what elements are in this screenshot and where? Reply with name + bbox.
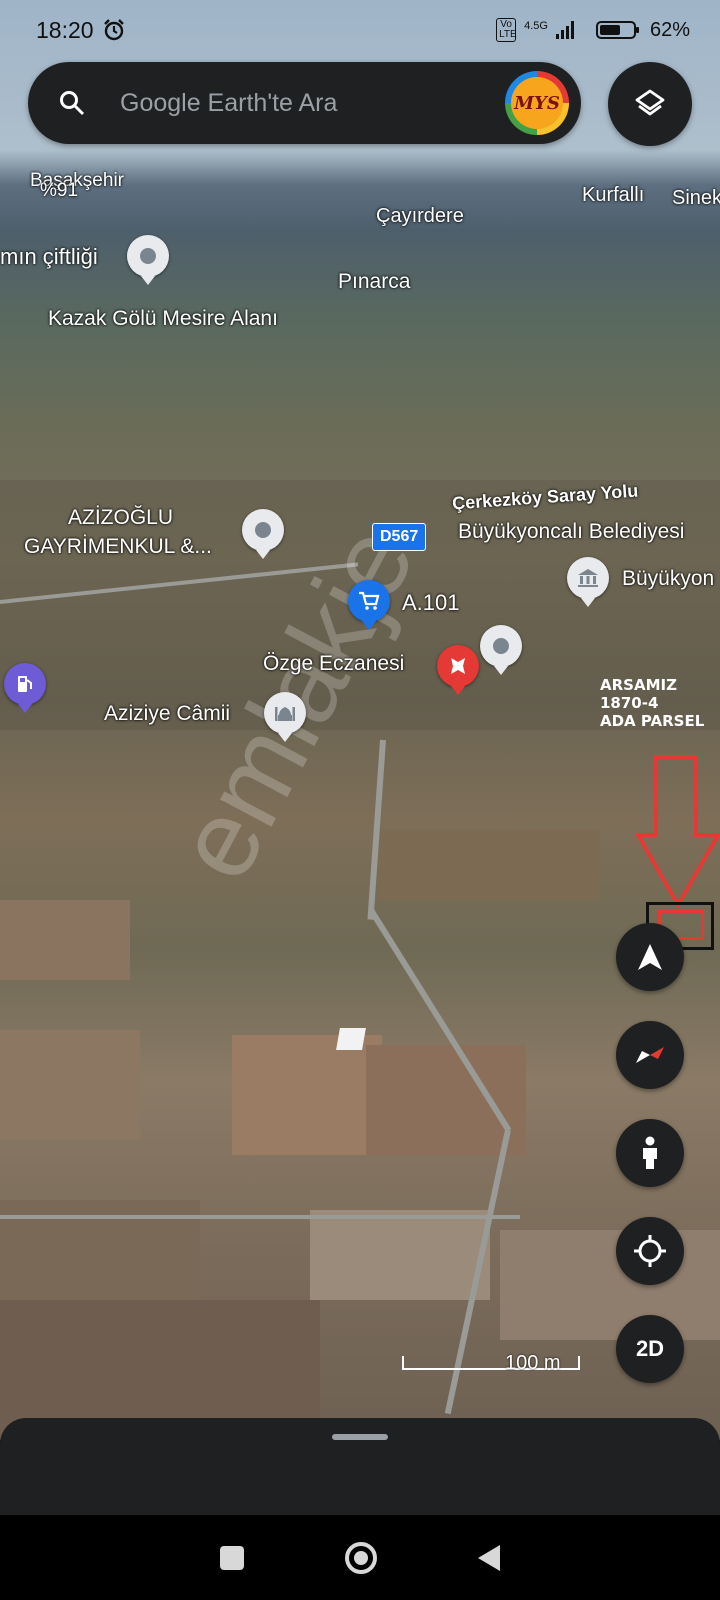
pharmacy-icon [451, 658, 465, 674]
satellite-map[interactable]: emlakje Başakşehir %91 Kurfallı Sinek Ça… [0, 0, 720, 1440]
navigation-arrow-icon [638, 944, 662, 970]
road [0, 1215, 520, 1219]
clock: 18:20 [36, 16, 94, 43]
profile-avatar[interactable]: MYS [505, 71, 569, 135]
back-button[interactable] [477, 1544, 500, 1571]
parcel-label-line: ARSAMIZ [600, 676, 677, 694]
parcel-label-line: 1870-4 [600, 694, 659, 712]
fuel-pin[interactable] [4, 663, 46, 705]
map-label[interactable]: Kurfallı [582, 184, 644, 207]
parcel-label-line: ADA PARSEL [600, 712, 705, 730]
town-hall-pin[interactable] [567, 557, 609, 599]
road-shield: D567 [372, 523, 427, 551]
map-label[interactable]: AZİZOĞLU [68, 506, 173, 530]
status-bar: 18:20 Vo LTE 4.5G 62% [0, 0, 720, 60]
field-patch [500, 1230, 720, 1340]
map-label[interactable]: Çayırdere [376, 205, 464, 228]
alarm-clock-icon [103, 19, 124, 41]
system-nav-bar [0, 1515, 720, 1600]
shopping-cart-icon [359, 591, 380, 610]
building-icon [578, 569, 598, 587]
compass-button[interactable] [616, 1021, 684, 1089]
search-bar[interactable]: Google Earth'te Ara MYS [28, 62, 581, 144]
map-label[interactable]: A.101 [402, 590, 460, 616]
status-right: Vo LTE 4.5G 62% [496, 18, 690, 42]
place-pin[interactable] [242, 509, 284, 551]
battery-percent: 62% [649, 18, 690, 41]
place-pin[interactable] [480, 625, 522, 667]
layers-button[interactable] [608, 62, 692, 146]
map-label[interactable]: Aziziye Câmii [104, 702, 230, 726]
map-label: %91 [40, 180, 79, 201]
map-label[interactable]: Büyükyon [622, 567, 714, 591]
mosque-icon [275, 707, 295, 721]
avatar-logo-text: MYS [511, 77, 563, 129]
map-label[interactable]: Özge Eczanesi [263, 652, 404, 676]
map-label[interactable]: Pınarca [338, 270, 410, 294]
parcel-label: ARSAMIZ 1870-4 ADA PARSEL [600, 676, 704, 730]
map-label[interactable]: mın çiftliği [0, 244, 98, 270]
field-patch [0, 1030, 140, 1140]
field-patch [310, 1210, 490, 1300]
field-patch [380, 830, 600, 900]
map-label[interactable]: GAYRİMENKUL &... [24, 535, 212, 559]
layers-icon [635, 89, 665, 116]
network-type: 4.5G [524, 20, 548, 32]
home-dot [353, 1550, 368, 1565]
place-pin-dot-icon [140, 248, 156, 264]
parcel-arrow-icon [636, 755, 720, 910]
view-2d-label: 2D [635, 1336, 665, 1361]
shopping-pin[interactable] [348, 580, 390, 622]
street-view-button[interactable] [616, 1119, 684, 1187]
field-patch [232, 1035, 382, 1155]
signal-icon [555, 21, 574, 39]
recent-apps-button[interactable] [220, 1545, 245, 1570]
search-icon [60, 91, 85, 116]
pegman-icon [643, 1136, 657, 1169]
mosque-pin[interactable] [264, 692, 306, 734]
map-label[interactable]: Kazak Gölü Mesire Alanı [48, 307, 278, 331]
compass-icon [636, 1047, 664, 1063]
sheet-drag-handle[interactable] [332, 1434, 388, 1440]
field-patch [336, 1028, 366, 1050]
scale-bar-label: 100 m [505, 1352, 561, 1374]
status-left: 18:20 [36, 17, 126, 44]
map-label[interactable]: Büyükyoncalı Belediyesi [458, 520, 684, 544]
my-location-button[interactable] [616, 1217, 684, 1285]
navigation-button[interactable] [616, 923, 684, 991]
battery-fill [599, 25, 620, 35]
field-patch [0, 900, 130, 980]
place-pin-dot-icon [493, 638, 509, 654]
fuel-pump-icon [18, 676, 32, 692]
view-2d-button[interactable]: 2D [616, 1315, 684, 1383]
home-button[interactable] [344, 1541, 377, 1574]
place-pin-dot-icon [255, 522, 271, 538]
place-pin[interactable] [127, 235, 169, 277]
volte-badge: Vo LTE [496, 18, 517, 42]
search-placeholder: Google Earth'te Ara [120, 88, 338, 117]
my-location-icon [634, 1235, 666, 1267]
map-label[interactable]: Sinek [672, 187, 720, 210]
bottom-sheet[interactable] [0, 1418, 720, 1518]
pharmacy-pin[interactable] [437, 645, 479, 687]
battery-icon [595, 21, 639, 39]
